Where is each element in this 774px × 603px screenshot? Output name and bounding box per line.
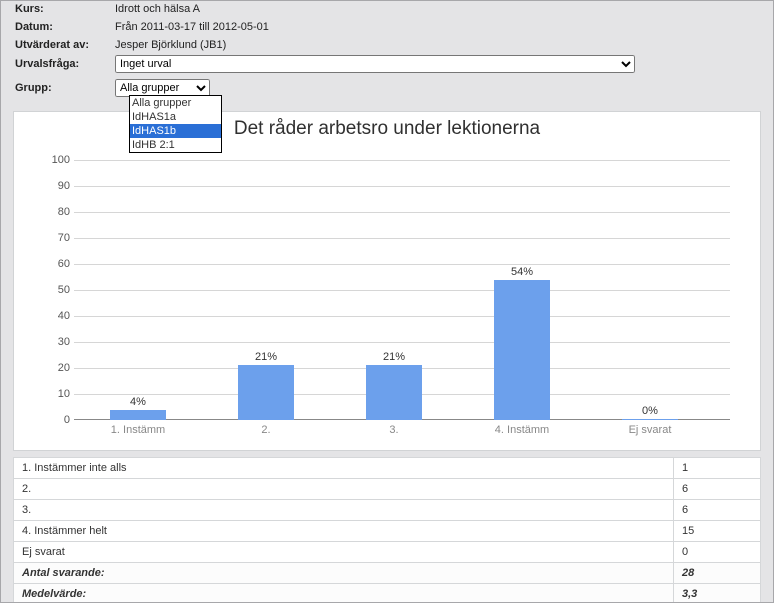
y-tick-label: 100: [42, 154, 70, 166]
results-table: 1. Instämmer inte alls12.63.64. Instämme…: [13, 457, 761, 603]
bar-value-label: 21%: [238, 351, 294, 365]
result-label: 3.: [14, 500, 674, 521]
bar-value-label: 54%: [494, 266, 550, 280]
x-tick-label: 4. Instämm: [477, 420, 567, 436]
kurs-label: Kurs:: [15, 3, 115, 15]
form-area: Kurs: Idrott och hälsa A Datum: Från 201…: [1, 1, 773, 103]
urvalsfraga-label: Urvalsfråga:: [15, 58, 115, 70]
chart-bar: 21%: [238, 365, 294, 420]
grid-line: [74, 316, 730, 317]
grid-line: [74, 186, 730, 187]
result-value: 0: [674, 542, 761, 563]
result-label: 1. Instämmer inte alls: [14, 458, 674, 479]
utvarderat-label: Utvärderat av:: [15, 39, 115, 51]
grupp-option[interactable]: IdHAS1a: [130, 110, 221, 124]
table-row-mean: Medelvärde:3,3: [14, 584, 761, 603]
y-tick-label: 90: [42, 180, 70, 192]
x-tick-label: 2.: [221, 420, 311, 436]
chart-title: Det råder arbetsro under lektionerna: [14, 112, 760, 140]
chart-bar: 54%: [494, 280, 550, 420]
table-row: 4. Instämmer helt15: [14, 521, 761, 542]
y-tick-label: 80: [42, 206, 70, 218]
grupp-option[interactable]: Alla grupper: [130, 96, 221, 110]
table-row: Ej svarat0: [14, 542, 761, 563]
y-tick-label: 40: [42, 310, 70, 322]
x-tick-label: Ej svarat: [605, 420, 695, 436]
y-tick-label: 30: [42, 336, 70, 348]
grupp-option[interactable]: IdHB 2:1: [130, 138, 221, 152]
table-row: 1. Instämmer inte alls1: [14, 458, 761, 479]
y-tick-label: 0: [42, 414, 70, 426]
y-tick-label: 70: [42, 232, 70, 244]
result-value: 15: [674, 521, 761, 542]
utvarderat-value: Jesper Björklund (JB1): [115, 39, 226, 51]
result-label: 4. Instämmer helt: [14, 521, 674, 542]
x-tick-label: 3.: [349, 420, 439, 436]
urvalsfraga-select[interactable]: Inget urval: [115, 55, 635, 73]
table-row-total: Antal svarande:28: [14, 563, 761, 584]
bar-value-label: 21%: [366, 351, 422, 365]
table-row: 3.6: [14, 500, 761, 521]
kurs-value: Idrott och hälsa A: [115, 3, 200, 15]
result-value: 1: [674, 458, 761, 479]
grupp-dropdown-list[interactable]: Alla grupperIdHAS1aIdHAS1bIdHB 2:1: [129, 95, 222, 153]
grid-line: [74, 212, 730, 213]
y-tick-label: 60: [42, 258, 70, 270]
chart-panel: Det råder arbetsro under lektionerna 010…: [13, 111, 761, 451]
grid-line: [74, 264, 730, 265]
chart-plot: 01020304050607080901004%1. Instämm21%2.2…: [74, 160, 730, 420]
result-value: 6: [674, 479, 761, 500]
y-tick-label: 50: [42, 284, 70, 296]
mean-label: Medelvärde:: [14, 584, 674, 603]
mean-value: 3,3: [674, 584, 761, 603]
grupp-label: Grupp:: [15, 82, 115, 94]
chart-bar: 21%: [366, 365, 422, 420]
grupp-option[interactable]: IdHAS1b: [130, 124, 221, 138]
grid-line: [74, 238, 730, 239]
datum-value: Från 2011-03-17 till 2012-05-01: [115, 21, 269, 33]
grid-line: [74, 290, 730, 291]
x-tick-label: 1. Instämm: [93, 420, 183, 436]
result-value: 6: [674, 500, 761, 521]
grid-line: [74, 342, 730, 343]
y-tick-label: 20: [42, 362, 70, 374]
result-label: 2.: [14, 479, 674, 500]
chart-bar: 4%: [110, 410, 166, 420]
results-panel: 1. Instämmer inte alls12.63.64. Instämme…: [13, 457, 761, 603]
chart-area: 01020304050607080901004%1. Instämm21%2.2…: [14, 140, 760, 450]
datum-label: Datum:: [15, 21, 115, 33]
bar-value-label: 4%: [110, 396, 166, 410]
grid-line: [74, 160, 730, 161]
total-label: Antal svarande:: [14, 563, 674, 584]
result-label: Ej svarat: [14, 542, 674, 563]
y-tick-label: 10: [42, 388, 70, 400]
bar-value-label: 0%: [622, 405, 678, 419]
total-value: 28: [674, 563, 761, 584]
page-root: Kurs: Idrott och hälsa A Datum: Från 201…: [0, 0, 774, 603]
table-row: 2.6: [14, 479, 761, 500]
